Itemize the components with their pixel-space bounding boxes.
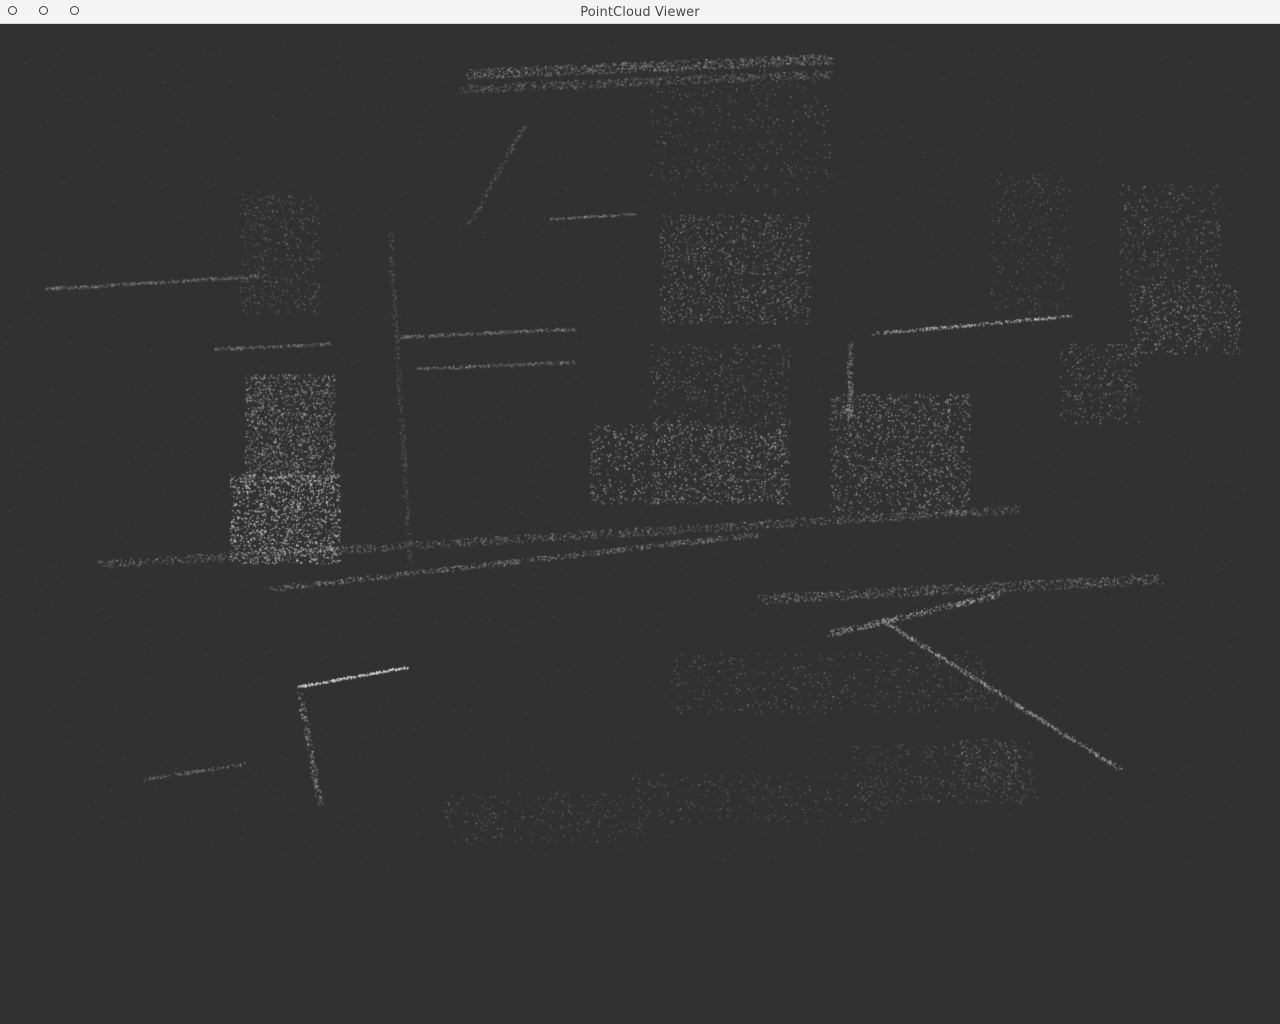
point-cloud-viewport[interactable] [0,24,1280,1024]
point-cloud-canvas[interactable] [0,24,1280,1024]
window-title: PointCloud Viewer [580,5,700,20]
title-bar[interactable]: PointCloud Viewer [0,0,1280,24]
app-window: PointCloud Viewer [0,0,1280,1024]
